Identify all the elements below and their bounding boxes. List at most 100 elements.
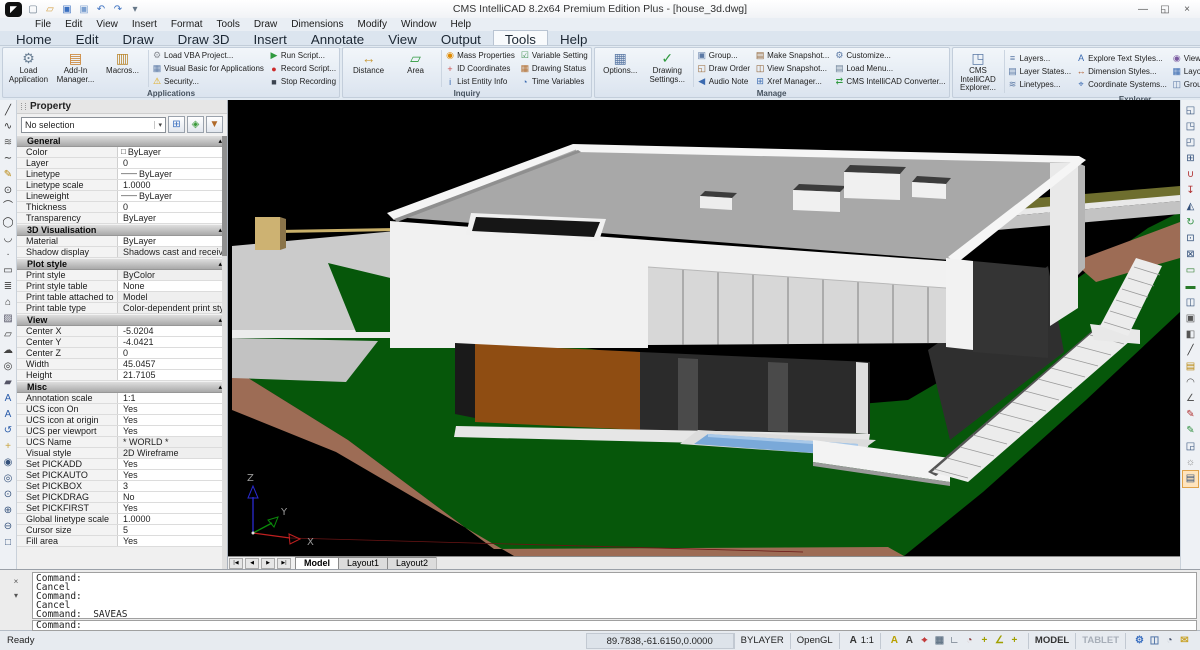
- restore-button[interactable]: ◱: [1154, 1, 1176, 17]
- save-as-button[interactable]: ▣: [76, 2, 92, 17]
- property-row[interactable]: Set PICKAUTOYes: [17, 470, 227, 481]
- array-polar-icon[interactable]: ⊠: [1183, 247, 1198, 263]
- visual-basic-button[interactable]: ▦Visual Basic for Applications: [151, 62, 265, 75]
- layout-scrollbar[interactable]: [436, 557, 1180, 569]
- draw-polygon-icon[interactable]: ⌂: [1, 295, 16, 311]
- layouts-button[interactable]: ▦Layouts...: [1171, 65, 1200, 78]
- offset-curve-icon[interactable]: ∪: [1183, 167, 1198, 183]
- section-header[interactable]: 3D Visualisation ▴: [17, 224, 227, 236]
- draw-spline-icon[interactable]: ∿: [1, 119, 16, 135]
- record-script-button[interactable]: ●Record Script...: [268, 62, 337, 75]
- new-drawing-button[interactable]: ▢: [25, 2, 41, 17]
- scale-entity-icon[interactable]: ⊡: [1183, 231, 1198, 247]
- layout-tab[interactable]: Layout2: [387, 557, 437, 569]
- paste-block-icon[interactable]: ◰: [1183, 135, 1198, 151]
- property-row[interactable]: UCS icon at originYes: [17, 415, 227, 426]
- trace-toggle[interactable]: ⌖: [917, 633, 932, 649]
- section-header[interactable]: Plot style ▴: [17, 258, 227, 270]
- audio-note-button[interactable]: ◀Audio Note: [696, 75, 751, 88]
- ribbon-tab[interactable]: Help: [548, 30, 599, 45]
- open-drawing-button[interactable]: ▱: [42, 2, 58, 17]
- esnap-toggle[interactable]: +: [977, 633, 992, 649]
- property-row[interactable]: Set PICKBOX3: [17, 481, 227, 492]
- ribbon-tab[interactable]: Output: [429, 30, 493, 45]
- draw-donut-icon[interactable]: ◎: [1, 359, 16, 375]
- draw-circle-icon[interactable]: ⊙: [1, 183, 16, 199]
- draw-mtext-icon[interactable]: A: [1, 407, 16, 423]
- property-row[interactable]: UCS Name* WORLD *: [17, 437, 227, 448]
- property-row[interactable]: Print styleByColor: [17, 270, 227, 281]
- draw-line-icon[interactable]: ╱: [1, 103, 16, 119]
- xref-manager-button[interactable]: ⊞Xref Manager...: [754, 75, 830, 88]
- drawing-settings-button[interactable]: ✓Drawing Settings...: [644, 49, 691, 88]
- box-3d-icon[interactable]: ▣: [1183, 311, 1198, 327]
- property-row[interactable]: Print table attached toModel: [17, 292, 227, 303]
- id-coordinates-button[interactable]: +ID Coordinates: [444, 62, 516, 75]
- crosshair-toggle[interactable]: +: [1007, 633, 1022, 649]
- annotation-scale-value[interactable]: 1:1: [861, 633, 874, 649]
- zoom-window-icon[interactable]: ◉: [1, 455, 16, 471]
- draw-arc-icon[interactable]: ⌒: [1, 199, 16, 215]
- property-row[interactable]: Center X-5.0204: [17, 326, 227, 337]
- property-row[interactable]: Visual style2D Wireframe: [17, 448, 227, 459]
- region-solid-icon[interactable]: ▬: [1183, 279, 1198, 295]
- draw-hatch-icon[interactable]: ▨: [1, 311, 16, 327]
- zoom-in-icon[interactable]: ⊕: [1, 503, 16, 519]
- property-row[interactable]: Global linetype scale1.0000: [17, 514, 227, 525]
- draw-rectangle-icon[interactable]: ▭: [1, 263, 16, 279]
- layer-states-button[interactable]: ▤Layer States...: [1007, 65, 1073, 78]
- renderer-toggle[interactable]: OpenGL: [790, 633, 839, 649]
- time-variables-button[interactable]: ◔Time Variables: [519, 75, 589, 88]
- match-properties-icon[interactable]: ◲: [1183, 439, 1198, 455]
- selection-dropdown[interactable]: No selection ▾: [21, 117, 166, 133]
- property-row[interactable]: Set PICKDRAGNo: [17, 492, 227, 503]
- draw-revision-cloud-icon[interactable]: ☁: [1, 343, 16, 359]
- property-scrollbar[interactable]: [222, 136, 227, 569]
- property-row[interactable]: UCS per viewportYes: [17, 426, 227, 437]
- draw-ellipse-icon[interactable]: ◯: [1, 215, 16, 231]
- variable-setting-button[interactable]: ☑Variable Setting: [519, 49, 589, 62]
- redo-button[interactable]: ↷: [110, 2, 126, 17]
- viewport-canvas[interactable]: Z Y X: [228, 100, 1180, 556]
- grid-toggle[interactable]: ▦: [932, 633, 947, 649]
- entity-track-toggle[interactable]: ∠: [992, 633, 1007, 649]
- load-application-button[interactable]: ⚙Load Application: [5, 49, 52, 88]
- copy-nested-icon[interactable]: ◳: [1183, 119, 1198, 135]
- annotation-visibility-toggle[interactable]: A: [887, 633, 902, 649]
- model-space-toggle[interactable]: MODEL: [1028, 633, 1075, 649]
- add-in-manager-button[interactable]: ▤Add-In Manager...: [52, 49, 99, 88]
- view-snapshot-button[interactable]: ◫View Snapshot...: [754, 62, 830, 75]
- array-rectangular-icon[interactable]: ⊞: [1183, 151, 1198, 167]
- section-header[interactable]: Misc ▴: [17, 381, 227, 393]
- ribbon-tab[interactable]: Tools: [493, 30, 548, 45]
- mass-properties-button[interactable]: ◉Mass Properties: [444, 49, 516, 62]
- intellicad-explorer-button[interactable]: ◳CMS IntelliCAD Explorer...: [955, 49, 1002, 94]
- zoom-dynamic-icon[interactable]: ◎: [1, 471, 16, 487]
- draw-sketch-icon[interactable]: ✎: [1, 167, 16, 183]
- minimize-button[interactable]: —: [1132, 1, 1154, 17]
- ribbon-tab[interactable]: Edit: [64, 30, 111, 45]
- security-button[interactable]: ⚠Security...: [151, 75, 265, 88]
- dimension-styles-button[interactable]: ↔Dimension Styles...: [1075, 65, 1168, 78]
- properties-list-icon[interactable]: ▤: [1183, 471, 1198, 487]
- layers-button[interactable]: ≡Layers...: [1007, 52, 1073, 65]
- clock-icon[interactable]: ◔: [1162, 633, 1177, 649]
- mirror-entity-icon[interactable]: ◭: [1183, 199, 1198, 215]
- property-row[interactable]: Thickness0: [17, 202, 227, 213]
- draw-point-icon[interactable]: ∙: [1, 247, 16, 263]
- ribbon-tab[interactable]: Home: [4, 30, 64, 45]
- window-cascade-icon[interactable]: ◫: [1147, 633, 1162, 649]
- undo-button[interactable]: ↶: [93, 2, 109, 17]
- copy-entity-icon[interactable]: ◱: [1183, 103, 1198, 119]
- close-button[interactable]: ×: [1176, 1, 1198, 17]
- last-tab-button[interactable]: ▶|: [277, 558, 291, 569]
- property-row[interactable]: Set PICKFIRSTYes: [17, 503, 227, 514]
- coordinate-systems-button[interactable]: ⌖Coordinate Systems...: [1075, 78, 1168, 91]
- property-row[interactable]: Cursor size5: [17, 525, 227, 536]
- ribbon-tab[interactable]: Annotate: [299, 30, 376, 45]
- distance-button[interactable]: ↔Distance: [345, 49, 392, 88]
- annotation-autoscale-toggle[interactable]: A: [902, 633, 917, 649]
- prev-tab-button[interactable]: ◀: [245, 558, 259, 569]
- draw-boundary-icon[interactable]: ▱: [1, 327, 16, 343]
- annotation-scale-icon[interactable]: A: [846, 633, 861, 649]
